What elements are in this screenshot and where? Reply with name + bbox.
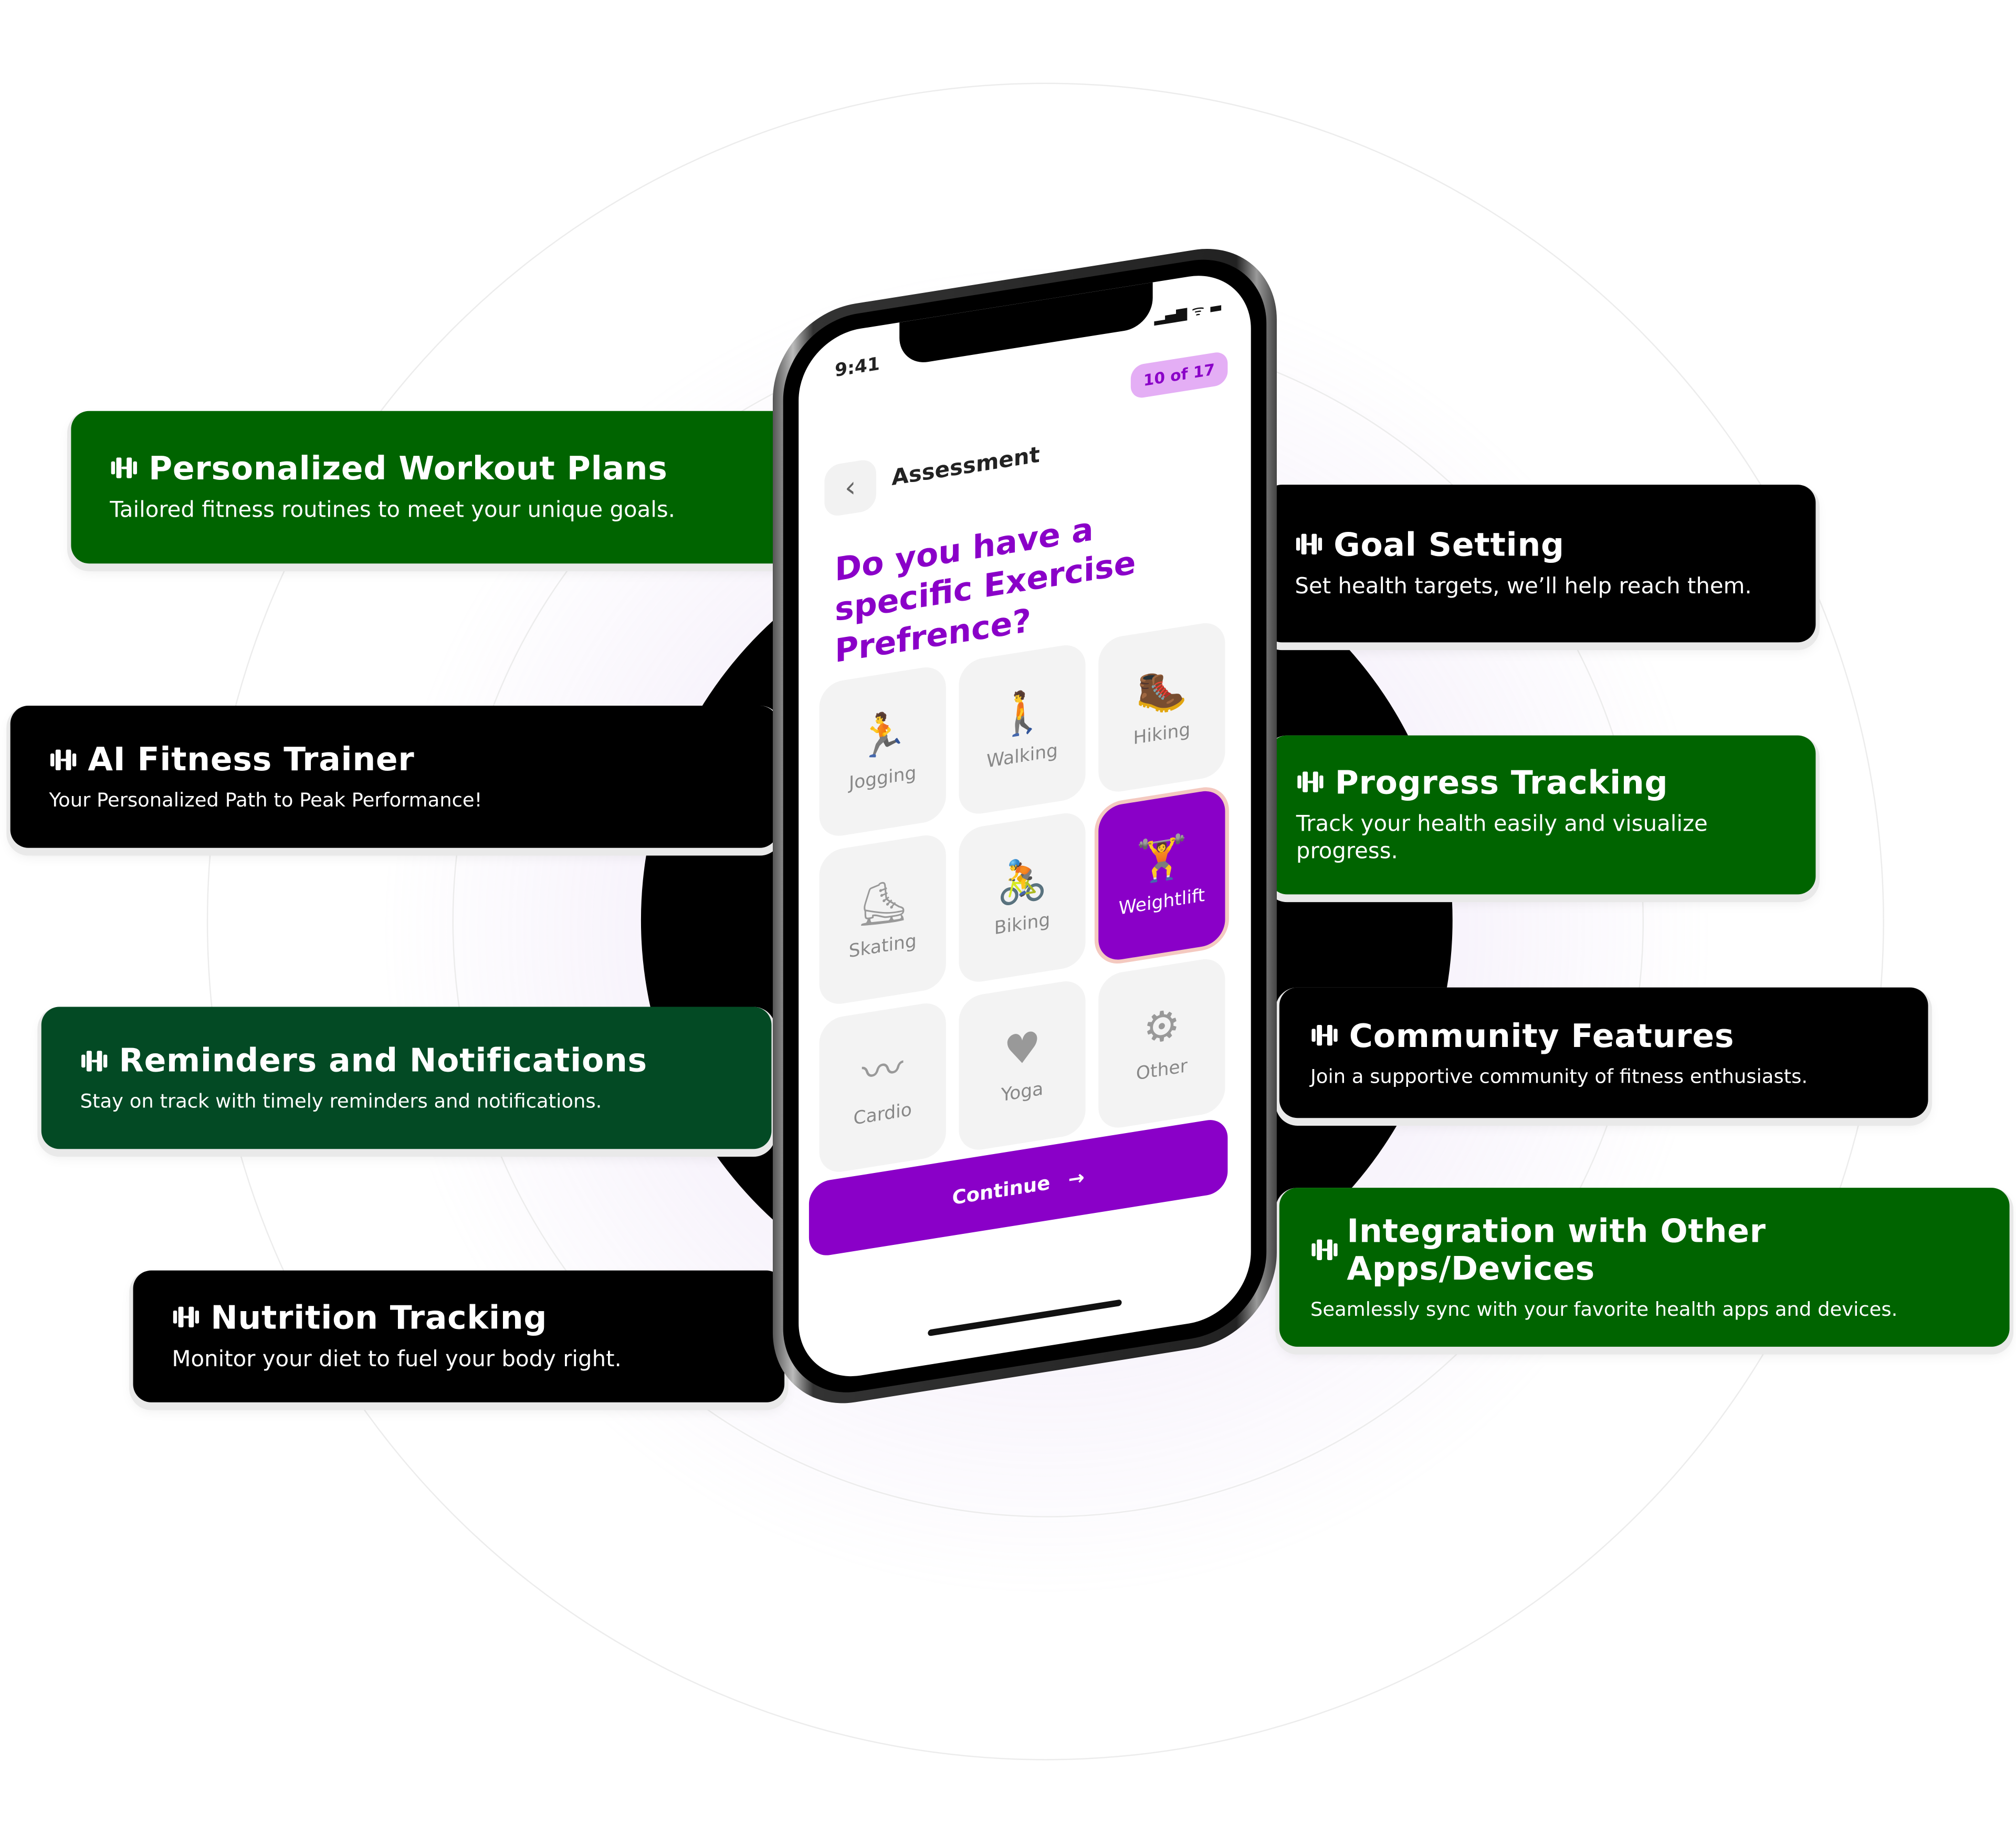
option-walking[interactable]: 🚶 Walking (959, 642, 1086, 818)
progress-badge: 10 of 17 (1130, 350, 1228, 400)
feature-card-integration[interactable]: Integration with Other Apps/Devices Seam… (1279, 1188, 2010, 1347)
option-hiking[interactable]: 🥾 Hiking (1098, 620, 1225, 795)
signal-wifi-battery-icon: ▂▄▆ ᯤ ▬ (1154, 298, 1223, 326)
feature-title: Reminders and Notifications (119, 1042, 647, 1080)
skating-icon: ⛸ (856, 874, 909, 932)
feature-desc: Set health targets, we’ll help reach the… (1295, 573, 1752, 600)
dumbbell-icon (1295, 534, 1323, 555)
option-weightlift[interactable]: 🏋 Weightlift (1098, 788, 1225, 963)
option-label: Hiking (1133, 719, 1191, 750)
option-other[interactable]: ⚙ Other (1098, 956, 1225, 1132)
option-label: Jogging (849, 763, 917, 794)
feature-card-community[interactable]: Community Features Join a supportive com… (1279, 987, 1928, 1118)
feature-desc: Stay on track with timely reminders and … (80, 1090, 602, 1113)
phone-mockup: 9:41 ▂▄▆ ᯤ ▬ 10 of 17 ‹ Assessment Do yo… (772, 237, 1277, 1416)
option-label: Biking (994, 909, 1051, 940)
dumbbell-icon (49, 749, 78, 770)
option-jogging[interactable]: 🏃 Jogging (819, 664, 946, 840)
feature-title: Goal Setting (1334, 526, 1564, 563)
heartbeat-icon: 〰 (862, 1043, 904, 1099)
option-skating[interactable]: ⛸ Skating (819, 832, 946, 1008)
option-label: Skating (848, 931, 917, 963)
feature-card-personalized-workout[interactable]: Personalized Workout Plans Tailored fitn… (71, 411, 797, 564)
dumbbell-icon (1296, 772, 1325, 793)
phone-screen: 9:41 ▂▄▆ ᯤ ▬ 10 of 17 ‹ Assessment Do yo… (799, 267, 1251, 1386)
feature-desc: Your Personalized Path to Peak Performan… (49, 788, 482, 812)
jogging-icon: 🏃 (857, 706, 909, 763)
walking-icon: 🚶 (996, 684, 1048, 741)
feature-card-reminders[interactable]: Reminders and Notifications Stay on trac… (41, 1007, 772, 1149)
status-time: 9:41 (835, 354, 880, 382)
hiking-icon: 🥾 (1136, 662, 1188, 719)
screen-title: Assessment (891, 442, 1040, 492)
feature-desc: Seamlessly sync with your favorite healt… (1310, 1297, 1898, 1321)
feature-card-progress-tracking[interactable]: Progress Tracking Track your health easi… (1269, 735, 1816, 895)
dumbbell-icon (80, 1050, 109, 1071)
arrow-right-icon: → (1068, 1165, 1085, 1191)
feature-desc: Track your health easily and visualize p… (1296, 811, 1708, 865)
biking-icon: 🚴 (996, 852, 1048, 909)
option-cardio[interactable]: 〰 Cardio (819, 1000, 946, 1176)
continue-label: Continue (952, 1171, 1051, 1210)
feature-desc: Tailored fitness routines to meet your u… (110, 497, 676, 523)
stage: Personalized Workout Plans Tailored fitn… (0, 0, 2016, 1832)
option-yoga[interactable]: ♥ Yoga (959, 978, 1086, 1154)
option-label: Other (1136, 1056, 1188, 1085)
chevron-left-icon: ‹ (844, 470, 856, 505)
dumbbell-icon (172, 1307, 200, 1328)
feature-title: Personalized Workout Plans (149, 449, 668, 487)
feature-title: AI Fitness Trainer (88, 740, 415, 779)
feature-desc: Monitor your diet to fuel your body righ… (172, 1346, 622, 1373)
home-indicator (928, 1299, 1122, 1337)
back-button[interactable]: ‹ (824, 458, 876, 518)
feature-title: Nutrition Tracking (211, 1298, 548, 1336)
feature-card-goal-setting[interactable]: Goal Setting Set health targets, we’ll h… (1264, 485, 1816, 643)
option-label: Yoga (1001, 1078, 1044, 1107)
feature-desc: Join a supportive community of fitness e… (1310, 1064, 1808, 1088)
dumbbell-icon (1310, 1025, 1339, 1046)
feature-title: Community Features (1349, 1017, 1735, 1054)
yoga-head-icon: ♥ (1003, 1021, 1041, 1076)
dumbbell-icon (110, 458, 138, 479)
dumbbell-icon: 🏋 (1136, 830, 1188, 887)
option-label: Weightlift (1118, 885, 1205, 920)
option-label: Walking (986, 740, 1058, 773)
feature-card-nutrition[interactable]: Nutrition Tracking Monitor your diet to … (133, 1270, 785, 1402)
gear-icon: ⚙ (1143, 999, 1181, 1054)
feature-title: Integration with Other Apps/Devices (1347, 1212, 1766, 1287)
option-biking[interactable]: 🚴 Biking (959, 810, 1086, 986)
option-label: Cardio (853, 1099, 912, 1130)
feature-title: Progress Tracking (1335, 763, 1668, 801)
feature-card-ai-trainer[interactable]: AI Fitness Trainer Your Personalized Pat… (10, 705, 778, 848)
exercise-options: 🏃 Jogging 🚶 Walking 🥾 Hiking ⛸ Skating 🚴 Biki… (819, 619, 1231, 1176)
dumbbell-icon (1310, 1239, 1338, 1261)
